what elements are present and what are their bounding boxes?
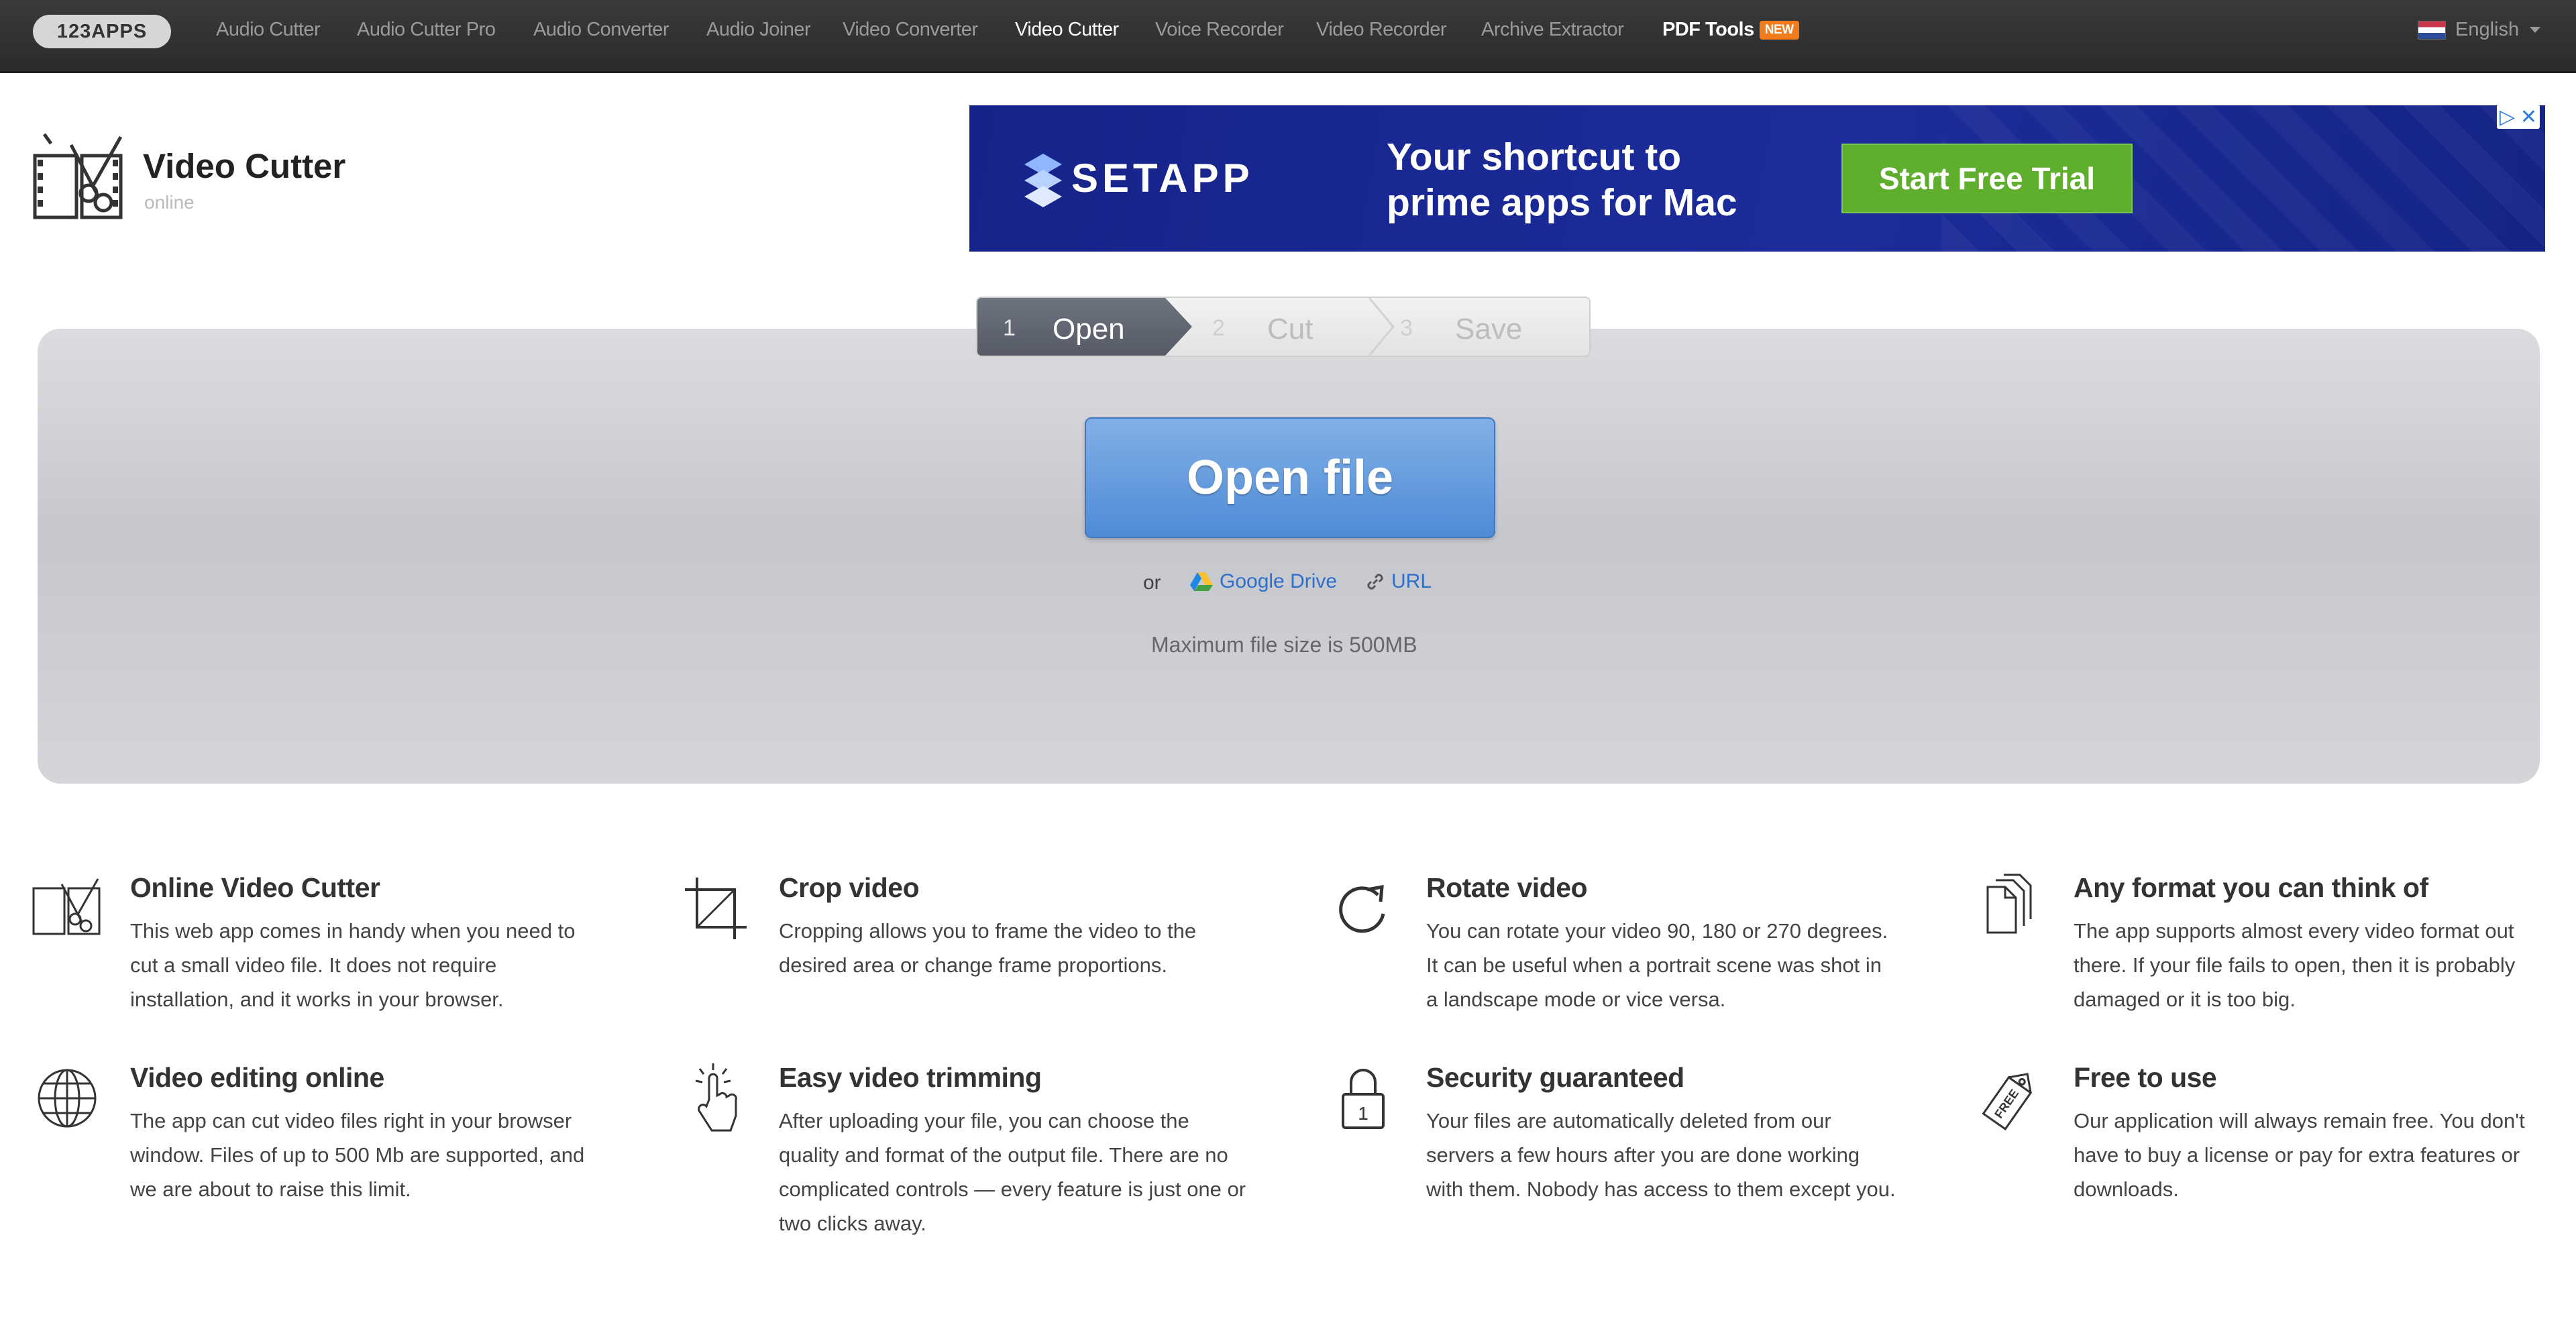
svg-text:1: 1 [1358, 1103, 1368, 1124]
new-badge: NEW [1759, 21, 1799, 40]
feature-title: Online Video Cutter [130, 872, 380, 903]
url-label: URL [1391, 570, 1432, 592]
step-number: 2 [1212, 315, 1225, 341]
app-title: Video Cutter [143, 147, 346, 185]
feature-title: Rotate video [1426, 872, 1588, 903]
nav-link-audio-cutter[interactable]: Audio Cutter [216, 19, 321, 41]
brand-logo-button[interactable]: 123APPS [33, 15, 171, 48]
language-selector[interactable]: English [2418, 19, 2542, 41]
feature-title: Easy video trimming [779, 1062, 1042, 1093]
nav-link-pdf-tools-label: PDF Tools [1662, 19, 1754, 40]
setapp-logo-icon [1024, 154, 1062, 207]
ad-close-icon[interactable]: ✕ [2520, 105, 2537, 129]
feature-description: You can rotate your video 90, 180 or 270… [1426, 919, 1888, 1011]
max-file-size-note: Maximum file size is 500MB [1151, 633, 1417, 657]
nav-link-audio-converter[interactable]: Audio Converter [533, 19, 669, 41]
film-scissors-icon [32, 878, 101, 935]
step-save: Save [1455, 313, 1523, 346]
ad-headline-line-1: Your shortcut to [1387, 136, 1682, 178]
feature-title: Video editing online [130, 1062, 384, 1093]
nav-link-archive-extractor[interactable]: Archive Extractor [1481, 19, 1624, 41]
step-indicator: 1 Open 2 Cut 3 Save [976, 297, 1591, 357]
or-label: or [1143, 572, 1161, 594]
padlock-icon: 1 [1342, 1069, 1385, 1129]
nav-link-audio-cutter-pro[interactable]: Audio Cutter Pro [357, 19, 496, 41]
ad-info-icon: ▷ [2499, 105, 2516, 128]
feature-title: Any format you can think of [2074, 872, 2428, 903]
language-label: English [2455, 19, 2520, 40]
setapp-ad-banner[interactable]: SETAPP Your shortcut to prime apps for M… [969, 105, 2545, 252]
documents-icon [1986, 874, 2032, 934]
nav-link-voice-recorder[interactable]: Voice Recorder [1155, 19, 1284, 41]
link-chain-icon [1367, 574, 1383, 590]
open-file-button[interactable]: Open file [1085, 417, 1495, 538]
url-link[interactable]: URL [1364, 570, 1432, 593]
feature-description: After uploading your file, you can choos… [779, 1109, 1246, 1235]
uk-flag-icon [2418, 20, 2446, 40]
feature-description: Our application will always remain free.… [2074, 1109, 2525, 1201]
step-open: 1 Open [977, 298, 1192, 356]
app-subtitle: online [144, 192, 195, 213]
google-drive-label: Google Drive [1220, 570, 1338, 592]
ad-choices-badge[interactable]: ▷ ✕ [2497, 105, 2540, 129]
nav-link-video-converter[interactable]: Video Converter [843, 19, 978, 41]
tap-hand-icon [695, 1063, 737, 1132]
top-nav-bar: 123APPS Audio Cutter Audio Cutter Pro Au… [0, 0, 2576, 73]
google-drive-link[interactable]: Google Drive [1190, 570, 1337, 593]
step-number: 1 [1003, 315, 1016, 341]
nav-link-video-cutter[interactable]: Video Cutter [1015, 19, 1119, 41]
step-label: Open [1053, 313, 1125, 346]
feature-description: Your files are automatically deleted fro… [1426, 1109, 1896, 1201]
chevron-down-icon [2530, 26, 2541, 33]
svg-text:FREE: FREE [1992, 1087, 2021, 1121]
google-drive-icon [1190, 572, 1213, 591]
video-cutter-logo-icon [33, 133, 123, 219]
free-tag-icon: FREE [1982, 1073, 2033, 1130]
step-separator-icon [1368, 298, 1395, 356]
feature-description: The app supports almost every video form… [2074, 919, 2516, 1011]
rotate-icon [1339, 884, 1385, 933]
feature-description: This web app comes in handy when you nee… [130, 919, 576, 1011]
feature-title: Security guaranteed [1426, 1062, 1684, 1093]
step-cut: Cut [1267, 313, 1313, 346]
nav-link-video-recorder[interactable]: Video Recorder [1316, 19, 1446, 41]
feature-description: Cropping allows you to frame the video t… [779, 919, 1197, 977]
nav-link-audio-joiner[interactable]: Audio Joiner [706, 19, 811, 41]
upload-panel [38, 329, 2540, 784]
feature-description: The app can cut video files right in you… [130, 1109, 585, 1201]
setapp-brand: SETAPP [1071, 156, 1254, 201]
start-free-trial-button[interactable]: Start Free Trial [1841, 144, 2133, 213]
globe-icon [38, 1069, 97, 1128]
crop-icon [685, 878, 747, 939]
step-number: 3 [1400, 315, 1413, 341]
ad-headline-line-2: prime apps for Mac [1387, 181, 1737, 224]
feature-title: Free to use [2074, 1062, 2217, 1093]
nav-link-pdf-tools[interactable]: PDF Tools NEW [1662, 19, 1799, 41]
feature-title: Crop video [779, 872, 920, 903]
